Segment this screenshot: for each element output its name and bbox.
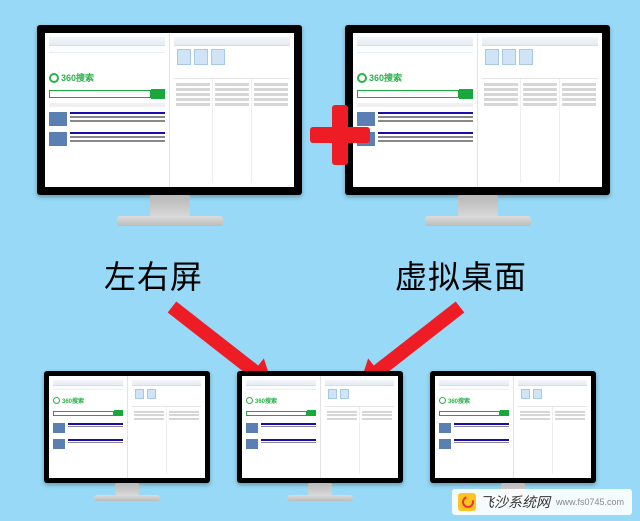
- browser-pane: 360搜索: [49, 376, 128, 478]
- search-input-graphic: [49, 90, 151, 98]
- watermark-brand: 飞沙系统网: [480, 492, 550, 512]
- search-engine-logo: 360搜索: [49, 71, 165, 84]
- watermark-icon: [458, 493, 476, 511]
- screen: 360搜索: [49, 376, 205, 478]
- browser-pane: 360搜索: [45, 33, 170, 187]
- search-engine-logo: 360搜索: [357, 71, 473, 84]
- monitor-bottom-3: 360搜索: [430, 371, 596, 483]
- screen: 360搜索: [353, 33, 602, 187]
- result-tabs: [49, 103, 165, 107]
- label-virtual-desktop: 虚拟桌面: [395, 252, 527, 298]
- browser-titlebar: [49, 37, 165, 46]
- monitor-top-right: 360搜索: [345, 25, 610, 195]
- browser-pane: 360搜索: [353, 33, 478, 187]
- app-body: [174, 79, 290, 183]
- search-result: [49, 112, 165, 126]
- spreadsheet-pane: [478, 33, 602, 187]
- plus-icon: [310, 105, 370, 165]
- result-thumb: [49, 132, 67, 146]
- spreadsheet-pane: [170, 33, 294, 187]
- arrow-right: [371, 301, 465, 379]
- app-ribbon: [174, 46, 290, 80]
- browser-pane: 360搜索: [242, 376, 321, 478]
- search-result: [49, 132, 165, 146]
- watermark: 飞沙系统网 www.fs0745.com: [452, 489, 632, 515]
- screen: 360搜索: [45, 33, 294, 187]
- screen: 360搜索: [242, 376, 398, 478]
- label-left-right-screens: 左右屏: [104, 252, 203, 298]
- app-titlebar: [174, 37, 290, 46]
- search-button-graphic: [151, 89, 165, 99]
- result-thumb: [49, 112, 67, 126]
- arrow-left: [168, 301, 262, 379]
- spreadsheet-pane: [514, 376, 592, 478]
- monitor-top-left: 360搜索: [37, 25, 302, 195]
- monitor-bottom-2: 360搜索: [237, 371, 403, 483]
- spreadsheet-pane: [321, 376, 399, 478]
- browser-pane: 360搜索: [435, 376, 514, 478]
- monitor-bottom-1: 360搜索: [44, 371, 210, 483]
- watermark-url: www.fs0745.com: [556, 497, 624, 507]
- screen: 360搜索: [435, 376, 591, 478]
- search-box: [49, 89, 165, 99]
- spreadsheet-pane: [128, 376, 206, 478]
- browser-toolbar: [49, 46, 165, 53]
